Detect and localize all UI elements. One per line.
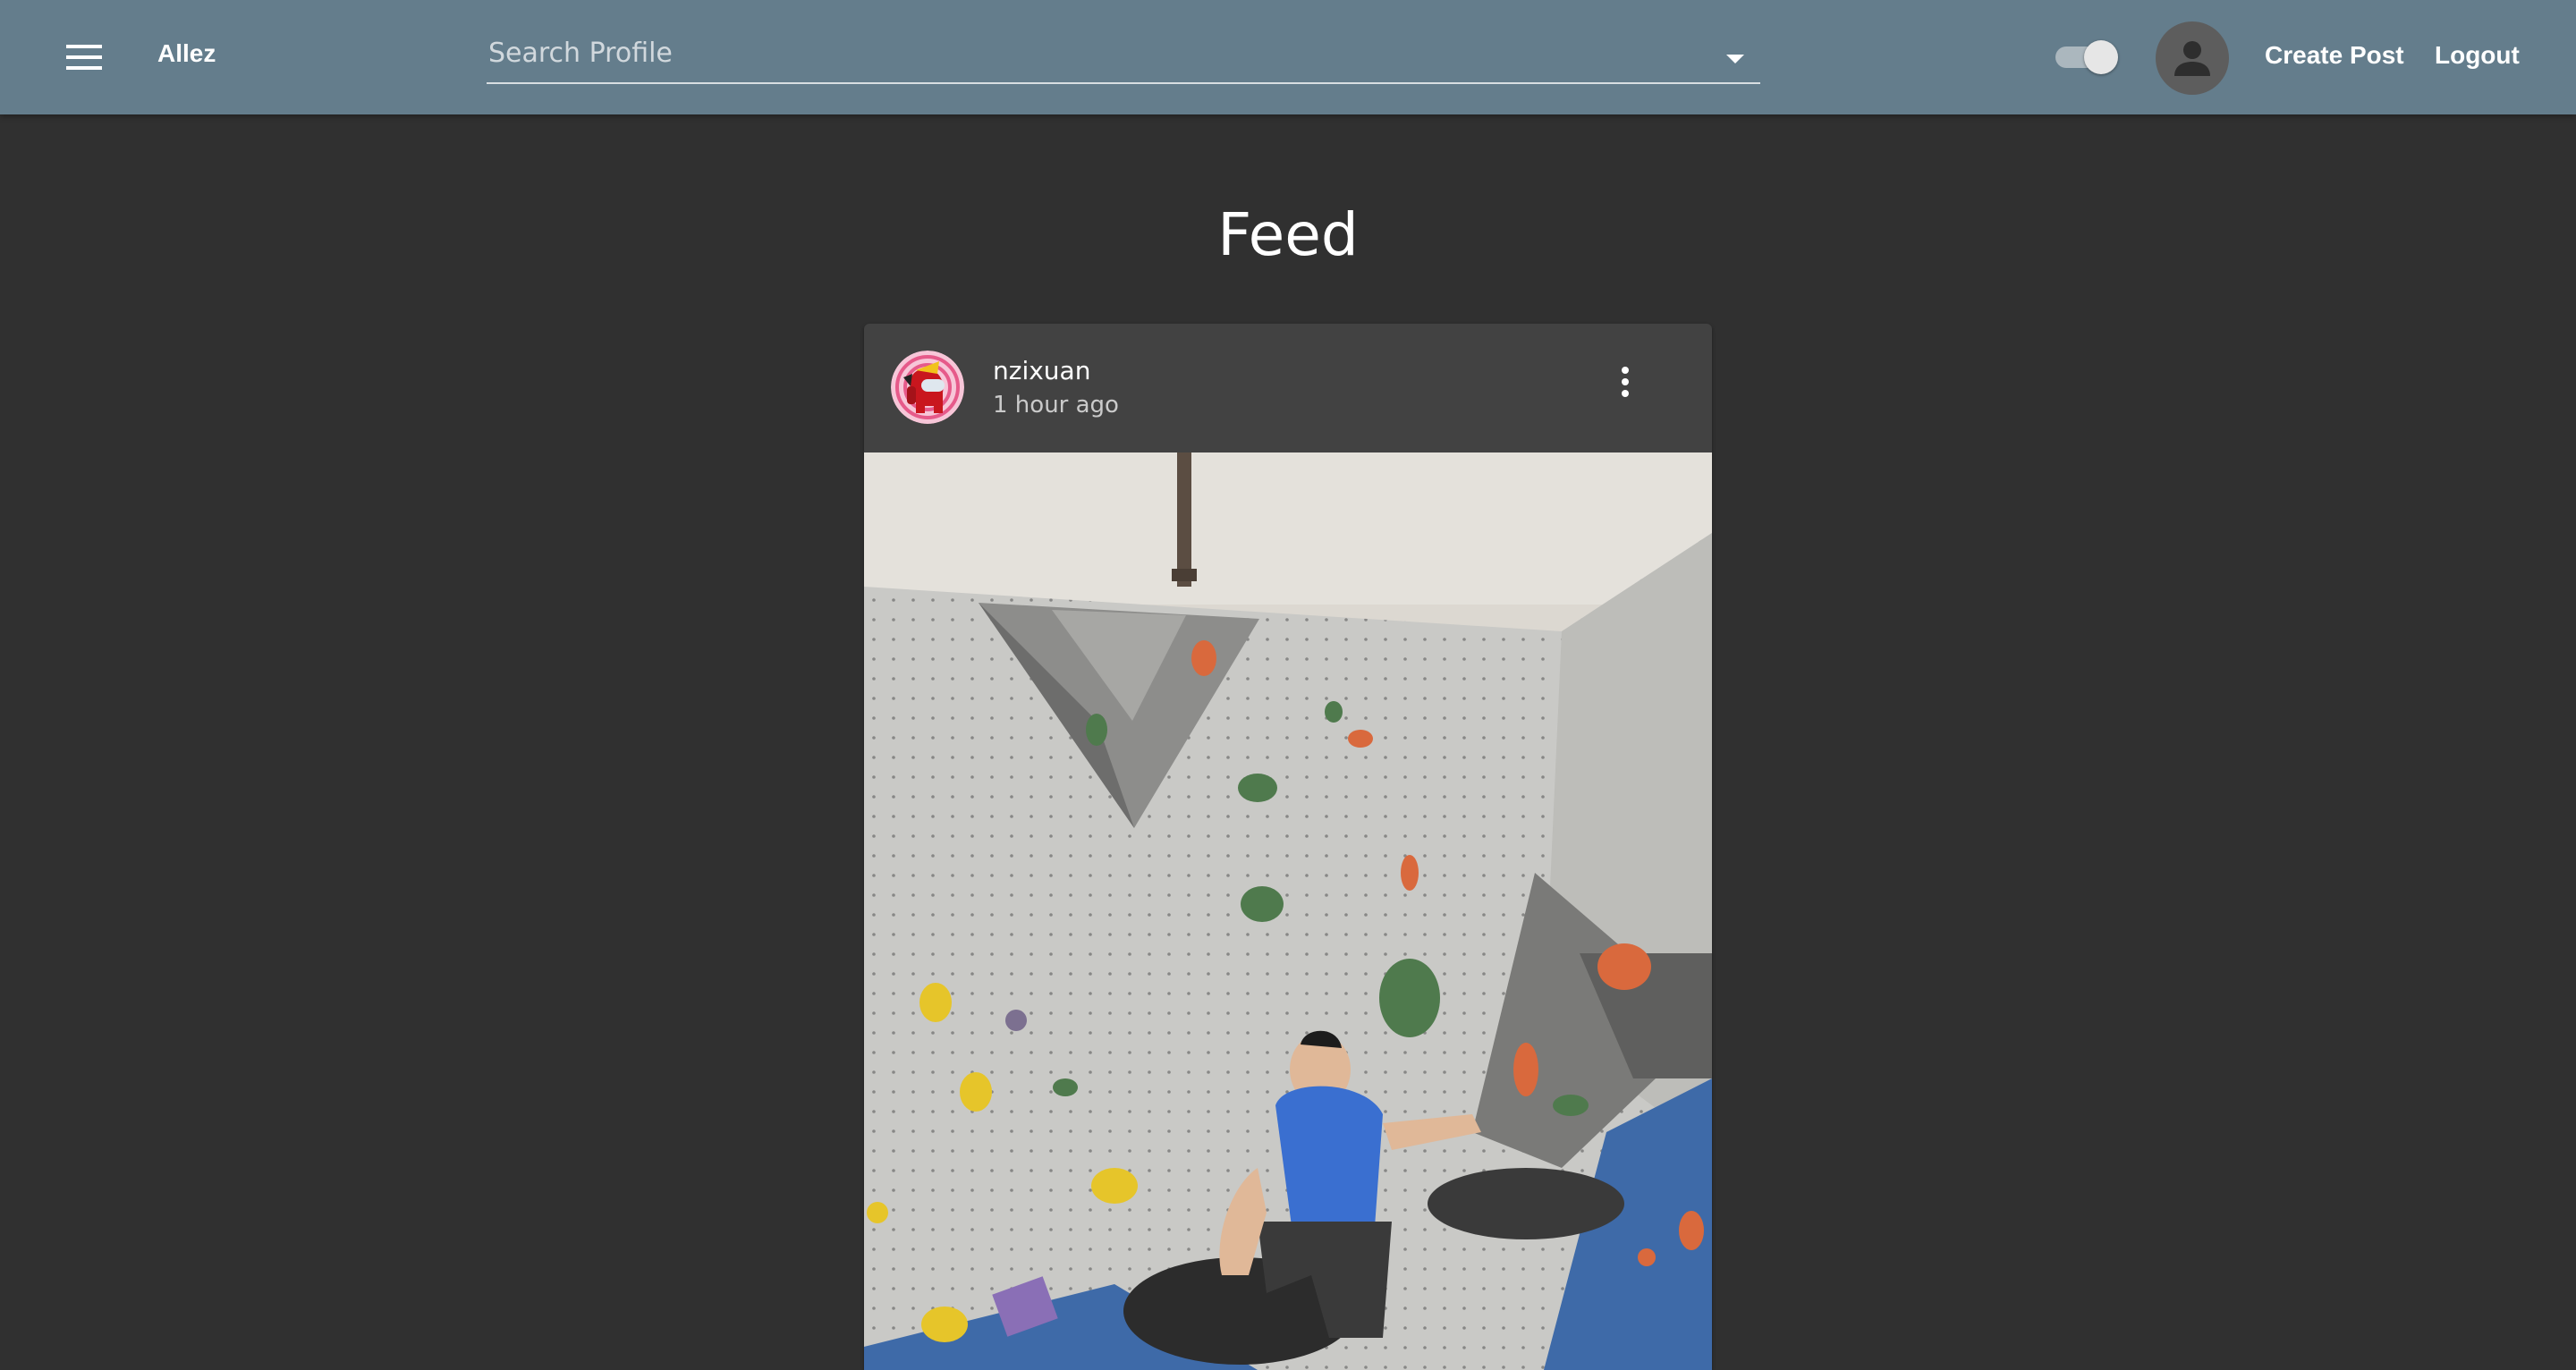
account-circle-icon — [2174, 41, 2210, 76]
create-post-link[interactable]: Create Post — [2265, 41, 2404, 70]
post-options-button[interactable] — [1594, 351, 1657, 413]
app-bar: Allez Create Post Logout — [0, 0, 2576, 114]
post-card: nzixuan 1 hour ago — [864, 324, 1712, 1370]
user-avatar-image — [891, 351, 964, 424]
menu-icon — [66, 45, 102, 70]
post-timestamp: 1 hour ago — [993, 392, 1119, 419]
toggle-thumb — [2084, 40, 2118, 74]
post-image[interactable] — [864, 452, 1712, 1370]
search-dropdown-button[interactable] — [1716, 39, 1755, 79]
page-title: Feed — [1217, 200, 1359, 270]
post-username[interactable]: nzixuan — [993, 356, 1090, 385]
account-button[interactable] — [2156, 21, 2229, 95]
theme-toggle[interactable] — [2052, 40, 2118, 74]
climbing-wall-photo — [864, 452, 1712, 1370]
menu-button[interactable] — [57, 30, 111, 84]
search-input[interactable] — [487, 32, 1689, 73]
search-profile-field[interactable] — [487, 25, 1760, 84]
logout-link[interactable]: Logout — [2435, 41, 2520, 70]
more-vert-icon — [1622, 367, 1629, 397]
arrow-drop-down-icon — [1726, 55, 1744, 63]
post-avatar[interactable] — [891, 351, 964, 424]
post-header: nzixuan 1 hour ago — [864, 324, 1712, 452]
app-title[interactable]: Allez — [157, 39, 216, 68]
